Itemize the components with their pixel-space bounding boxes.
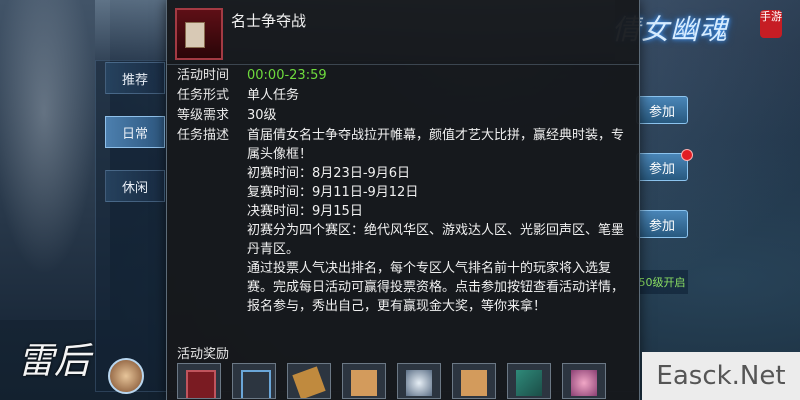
field-value: 00:00-23:59 (247, 68, 327, 83)
description-text: 首届倩女名士争夺战拉开帷幕，颜值才艺大比拼，赢经典时装，专属头像框！ 初赛时间：… (247, 126, 627, 316)
reward-label: 活动奖励 (177, 347, 230, 362)
empty-frame-icon (241, 370, 271, 398)
logo-badge: 手游 (760, 10, 782, 38)
field-label: 等级需求 (177, 108, 230, 123)
field-time: 活动时间 00:00-23:59 (177, 66, 629, 85)
reward-slot[interactable] (287, 363, 331, 399)
reward-slot[interactable] (562, 363, 606, 399)
tab-recommend[interactable]: 推荐 (105, 62, 165, 94)
watermark: Easck.Net (642, 352, 800, 400)
notification-dot-icon (681, 149, 693, 161)
field-label: 活动时间 (177, 68, 230, 83)
character-icon (406, 370, 432, 396)
event-detail-popup: 名士争夺战 活动时间 00:00-23:59 任务形式 单人任务 等级需求 30… (166, 0, 640, 400)
event-icon (175, 8, 223, 60)
avatar[interactable] (108, 358, 144, 394)
tab-daily[interactable]: 日常 (105, 116, 165, 148)
category-tabs: 推荐 日常 休闲 (105, 62, 165, 224)
description-line: 初赛分为四个赛区：绝代风华区、游戏达人区、光影回声区、笔墨丹青区。 (247, 223, 625, 257)
field-label: 任务形式 (177, 88, 230, 103)
field-description: 任务描述 首届倩女名士争夺战拉开帷幕，颜值才艺大比拼，赢经典时装，专属头像框！ … (177, 126, 629, 316)
join-button-3[interactable]: 参加 (636, 210, 688, 238)
description-line: 通过投票人气决出排名，每个专区人气排名前十的玩家将入选复赛。完成每日活动可赢得投… (247, 261, 625, 314)
flower-icon (571, 370, 597, 396)
field-label: 任务描述 (177, 128, 230, 143)
event-title: 名士争夺战 (231, 12, 307, 30)
field-value: 30级 (247, 108, 277, 123)
description-line: 初赛时间：8月23日-9月6日 (247, 166, 411, 181)
scroll-icon (292, 366, 326, 398)
join-button-2[interactable]: 参加 (636, 153, 688, 181)
reward-slot[interactable] (232, 363, 276, 399)
avatar-frame-icon (186, 370, 216, 398)
reward-slot[interactable] (177, 363, 221, 399)
popup-header: 名士争夺战 (167, 0, 639, 65)
field-value: 单人任务 (247, 88, 300, 103)
description-line: 决赛时间：9月15日 (247, 204, 363, 219)
reward-slot[interactable] (342, 363, 386, 399)
description-line: 首届倩女名士争夺战拉开帷幕，颜值才艺大比拼，赢经典时装，专属头像框！ (247, 128, 625, 162)
field-level: 等级需求 30级 (177, 106, 629, 125)
event-info: 活动时间 00:00-23:59 任务形式 单人任务 等级需求 30级 任务描述… (177, 66, 629, 317)
reward-list (177, 363, 606, 399)
character-art (0, 0, 110, 320)
scroll-icon (351, 370, 377, 396)
field-form: 任务形式 单人任务 (177, 86, 629, 105)
level-unlock-label: 50级开启 (636, 270, 688, 294)
reward-slot[interactable] (452, 363, 496, 399)
bottom-calligraphy-title: 雷后 (18, 341, 91, 382)
tab-leisure[interactable]: 休闲 (105, 170, 165, 202)
reward-slot[interactable] (397, 363, 441, 399)
join-button-1[interactable]: 参加 (636, 96, 688, 124)
fan-icon (516, 370, 542, 396)
description-line: 复赛时间：9月11日-9月12日 (247, 185, 419, 200)
reward-slot[interactable] (507, 363, 551, 399)
scroll-icon (461, 370, 487, 396)
